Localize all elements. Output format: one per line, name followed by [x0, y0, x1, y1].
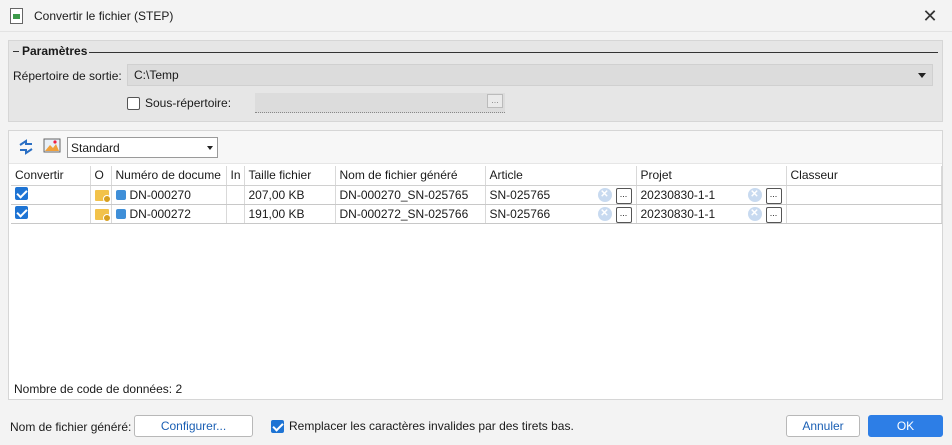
clear-icon[interactable]: ✕: [747, 206, 762, 221]
output-dir-combo[interactable]: C:\Temp: [127, 64, 933, 86]
col-numero[interactable]: Numéro de docume: [111, 166, 227, 186]
documents-table: Convertir O Numéro de docume In Taille f…: [11, 166, 942, 224]
article-browse-button[interactable]: ...: [615, 206, 632, 222]
title-bar: Convertir le fichier (STEP) ✕: [0, 0, 952, 32]
article-value: SN-025765: [489, 187, 551, 202]
taille-cell: 191,00 KB: [244, 204, 336, 224]
parameters-group: Paramètres Répertoire de sortie: C:\Temp…: [8, 40, 943, 122]
o-cell: [90, 185, 112, 205]
projet-cell: 20230830-1-1 ✕...: [636, 204, 787, 224]
window-title: Convertir le fichier (STEP): [34, 9, 174, 23]
taille-cell: 207,00 KB: [244, 185, 336, 205]
subdir-browse-button: ...: [487, 94, 503, 108]
convertir-checkbox[interactable]: [15, 205, 28, 219]
replace-invalid-checkbox[interactable]: Remplacer les caractères invalides par d…: [271, 419, 574, 433]
dialog-footer: Nom de fichier généré: Configurer... Rem…: [0, 405, 952, 445]
parameters-legend: Paramètres: [13, 44, 87, 58]
clear-icon[interactable]: ✕: [747, 187, 762, 202]
table-row[interactable]: DN-000270 207,00 KB DN-000270_SN-025765 …: [11, 185, 942, 205]
folder-lock-icon: [94, 208, 110, 222]
clear-icon[interactable]: ✕: [597, 206, 612, 221]
col-nom[interactable]: Nom de fichier généré: [335, 166, 486, 186]
view-select-value: Standard: [71, 141, 120, 155]
legend-divider: [89, 52, 938, 53]
numero-cell: DN-000270: [111, 185, 227, 205]
classeur-cell: [786, 185, 942, 205]
image-preview-icon[interactable]: [43, 138, 61, 154]
replace-invalid-checkbox-box[interactable]: [271, 419, 284, 433]
in-cell: [226, 185, 245, 205]
nom-cell: DN-000272_SN-025766: [335, 204, 486, 224]
projet-value: 20230830-1-1: [640, 187, 716, 202]
table-header: Convertir O Numéro de docume In Taille f…: [11, 166, 942, 186]
nom-cell: DN-000270_SN-025765: [335, 185, 486, 205]
col-taille[interactable]: Taille fichier: [244, 166, 336, 186]
subdir-input: [255, 93, 505, 113]
col-classeur[interactable]: Classeur: [786, 166, 942, 186]
grid-toolbar: Standard: [9, 131, 942, 164]
documents-panel: Standard Convertir O Numéro de docume In…: [8, 130, 943, 400]
document-icon: [115, 190, 126, 201]
col-convertir[interactable]: Convertir: [11, 166, 91, 186]
folder-lock-icon: [94, 189, 110, 203]
cancel-button[interactable]: Annuler: [786, 415, 860, 437]
classeur-cell: [786, 204, 942, 224]
refresh-icon[interactable]: [17, 138, 35, 156]
close-button[interactable]: ✕: [918, 4, 942, 28]
article-cell: SN-025766 ✕...: [485, 204, 637, 224]
table-row[interactable]: DN-000272 191,00 KB DN-000272_SN-025766 …: [11, 204, 942, 224]
ok-button[interactable]: OK: [868, 415, 943, 437]
col-o[interactable]: O: [90, 166, 112, 186]
o-cell: [90, 204, 112, 224]
subdir-checkbox[interactable]: Sous-répertoire:: [127, 96, 231, 110]
col-projet[interactable]: Projet: [636, 166, 787, 186]
projet-cell: 20230830-1-1 ✕...: [636, 185, 787, 205]
configure-button[interactable]: Configurer...: [134, 415, 253, 437]
view-select[interactable]: Standard: [67, 137, 218, 158]
in-cell: [226, 204, 245, 224]
step-file-icon: [10, 8, 23, 24]
col-in[interactable]: In: [226, 166, 245, 186]
convertir-checkbox[interactable]: [15, 186, 28, 200]
parameters-legend-label: Paramètres: [22, 44, 88, 58]
projet-browse-button[interactable]: ...: [765, 187, 782, 203]
chevron-down-icon: [918, 73, 926, 78]
replace-invalid-label: Remplacer les caractères invalides par d…: [289, 419, 574, 433]
subdir-checkbox-box[interactable]: [127, 96, 140, 110]
article-browse-button[interactable]: ...: [615, 187, 632, 203]
output-dir-value: C:\Temp: [134, 68, 179, 82]
article-value: SN-025766: [489, 206, 551, 221]
output-dir-label: Répertoire de sortie:: [13, 69, 122, 83]
document-icon: [115, 209, 126, 220]
legend-dash: [13, 50, 19, 52]
numero-value: DN-000272: [129, 206, 191, 221]
numero-cell: DN-000272: [111, 204, 227, 224]
col-article[interactable]: Article: [485, 166, 637, 186]
numero-value: DN-000270: [129, 187, 191, 202]
chevron-down-icon: [207, 146, 213, 150]
projet-value: 20230830-1-1: [640, 206, 716, 221]
generated-name-label: Nom de fichier généré:: [10, 420, 132, 434]
projet-browse-button[interactable]: ...: [765, 206, 782, 222]
clear-icon[interactable]: ✕: [597, 187, 612, 202]
record-count: Nombre de code de données: 2: [14, 382, 183, 396]
article-cell: SN-025765 ✕...: [485, 185, 637, 205]
close-icon: ✕: [922, 5, 938, 26]
convertir-cell[interactable]: [11, 204, 91, 224]
convertir-cell[interactable]: [11, 185, 91, 205]
subdir-label: Sous-répertoire:: [145, 96, 232, 110]
